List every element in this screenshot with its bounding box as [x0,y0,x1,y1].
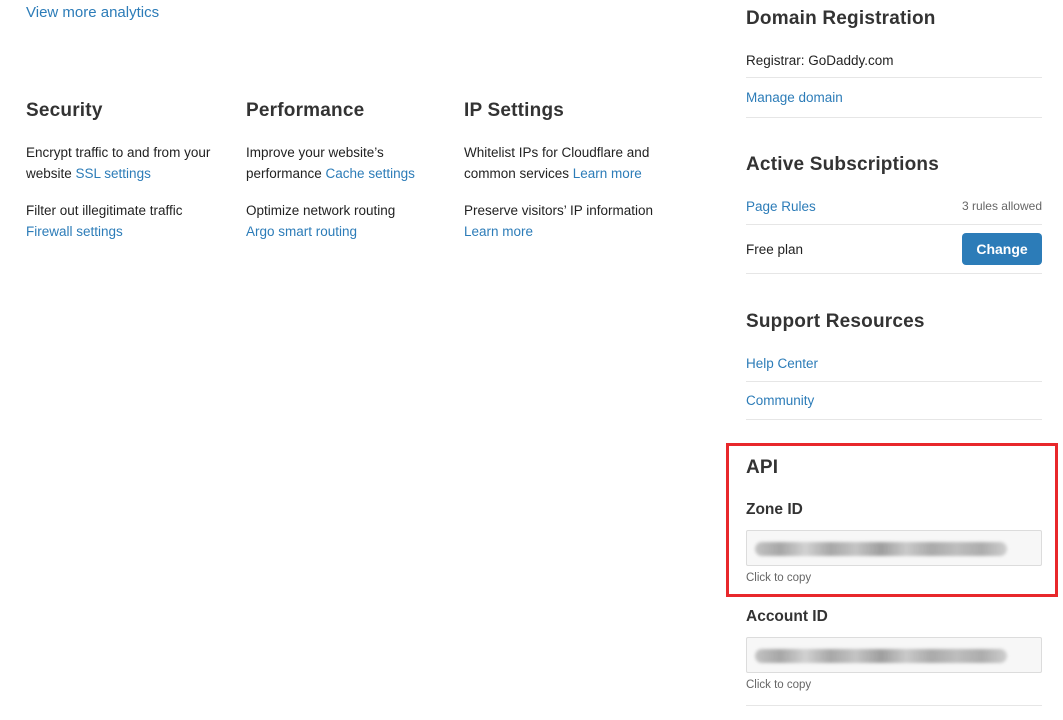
zone-id-field[interactable] [746,530,1042,566]
ip-settings-title: IP Settings [464,100,565,121]
zone-id-label: Zone ID [746,501,803,518]
free-plan-row: Free plan Change [746,225,1042,274]
support-resources-title: Support Resources [746,311,925,332]
registrar-row: Registrar: GoDaddy.com [746,44,1042,78]
cache-settings-link[interactable]: Cache settings [326,166,415,181]
performance-item-cache: Improve your website’s performance Cache… [246,142,446,184]
page-rules-row: Page Rules 3 rules allowed [746,188,1042,225]
ssl-settings-link[interactable]: SSL settings [76,166,151,181]
page-rules-link[interactable]: Page Rules [746,199,816,214]
ip-settings-section: IP Settings Whitelist IPs for Cloudflare… [464,100,684,258]
zone-id-copy-hint: Click to copy [746,572,812,584]
ip-item-text: Preserve visitors’ IP information [464,203,654,218]
argo-smart-routing-link[interactable]: Argo smart routing [246,224,357,239]
account-id-label: Account ID [746,608,828,625]
community-row: Community [746,382,1042,420]
performance-section: Performance Improve your website’s perfo… [246,100,446,258]
account-id-field[interactable] [746,637,1042,673]
plan-name: Free plan [746,241,804,257]
preserve-ip-learn-more-link[interactable]: Learn more [464,224,533,239]
performance-item-routing: Optimize network routing Argo smart rout… [246,200,446,242]
change-plan-button[interactable]: Change [962,233,1042,265]
security-item-encrypt: Encrypt traffic to and from your website… [26,142,226,184]
ip-item-preserve: Preserve visitors’ IP information Learn … [464,200,684,242]
security-item-filter: Filter out illegitimate traffic Firewall… [26,200,226,242]
manage-domain-row: Manage domain [746,78,1042,118]
view-more-analytics-link[interactable]: View more analytics [26,4,159,21]
page-rules-note: 3 rules allowed [961,199,1042,213]
redacted-value [755,542,1007,556]
active-subscriptions-title: Active Subscriptions [746,154,939,175]
help-center-link[interactable]: Help Center [746,356,818,371]
api-title: API [746,457,779,478]
whitelist-learn-more-link[interactable]: Learn more [573,166,642,181]
firewall-settings-link[interactable]: Firewall settings [26,224,123,239]
account-id-copy-hint: Click to copy [746,679,812,691]
divider [746,705,1042,706]
performance-title: Performance [246,100,365,121]
manage-domain-link[interactable]: Manage domain [746,90,843,105]
registrar-text: Registrar: GoDaddy.com [746,53,894,68]
zone-id-block: Click to copy [746,530,1042,584]
security-item-text: Filter out illegitimate traffic [26,203,183,218]
ip-item-whitelist: Whitelist IPs for Cloudflare and common … [464,142,684,184]
performance-item-text: Optimize network routing [246,203,396,218]
security-section: Security Encrypt traffic to and from you… [26,100,226,258]
help-center-row: Help Center [746,345,1042,382]
redacted-value [755,649,1007,663]
domain-registration-title: Domain Registration [746,8,936,29]
security-title: Security [26,100,103,121]
community-link[interactable]: Community [746,393,814,408]
account-id-block: Click to copy [746,637,1042,691]
